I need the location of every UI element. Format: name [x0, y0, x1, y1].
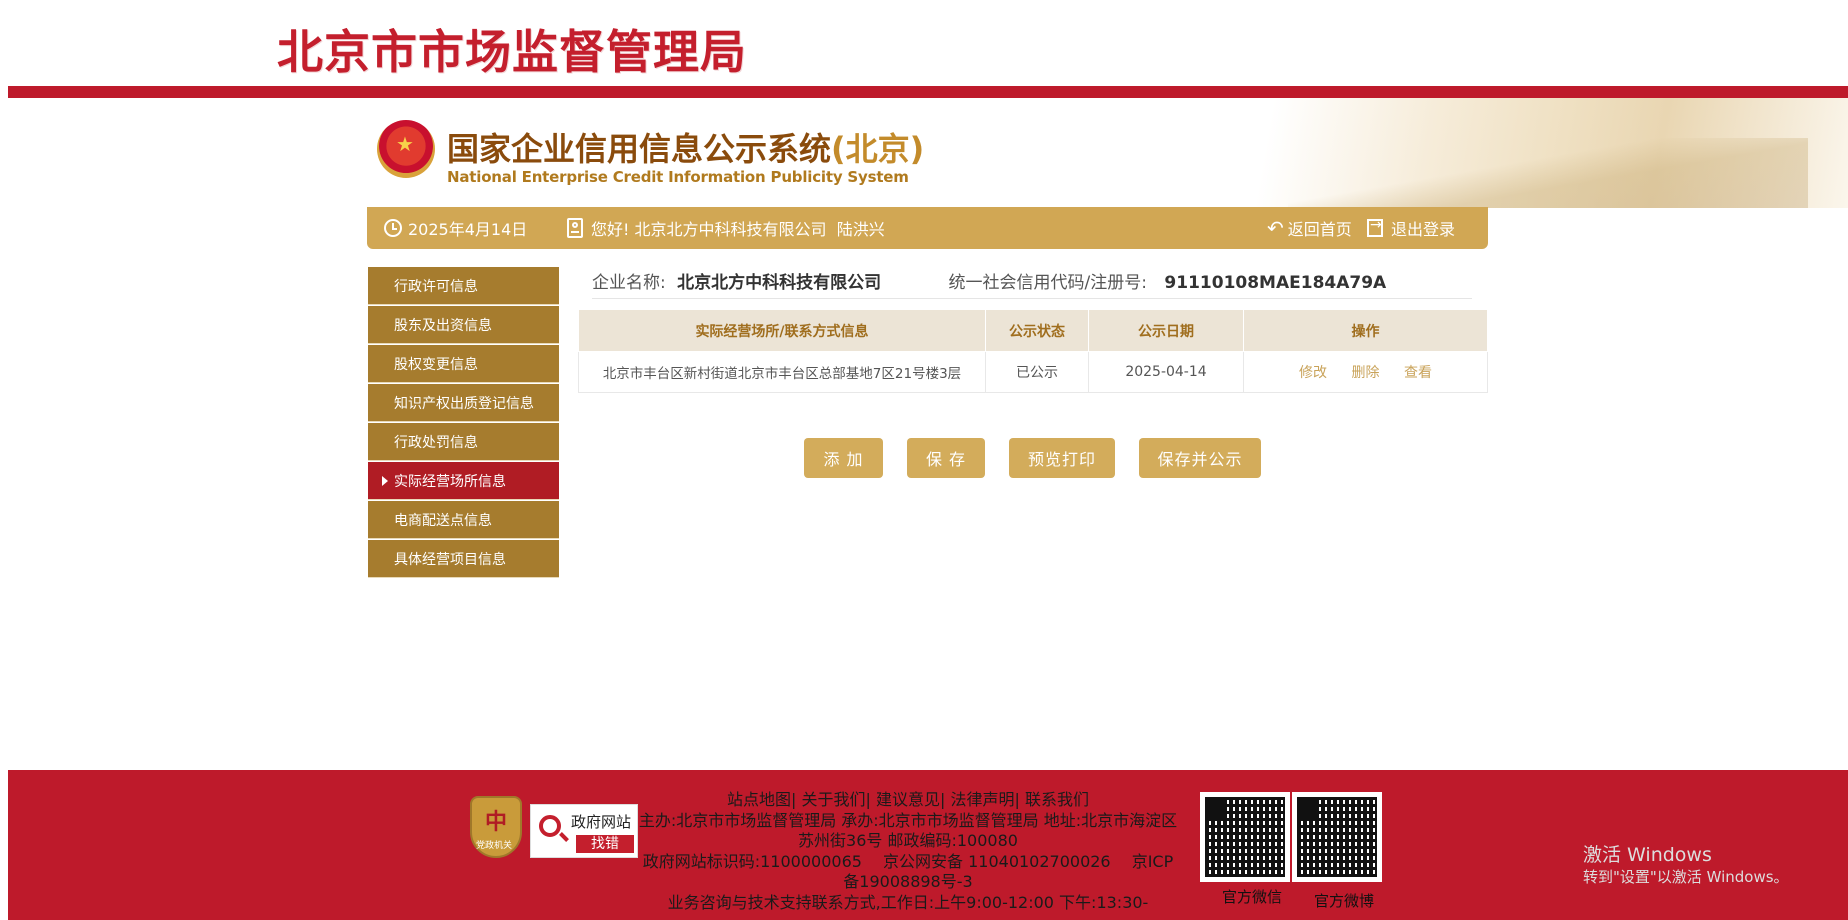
sidebar-item-admin-penalty[interactable]: 行政处罚信息 [368, 423, 559, 461]
banner-rule [8, 86, 1848, 98]
company-name-label: 企业名称: [592, 273, 666, 293]
home-link[interactable]: ↶ 返回首页 [1267, 207, 1352, 249]
sidebar-menu: 行政许可信息 股东及出资信息 股权变更信息 知识产权出质登记信息 行政处罚信息 … [368, 267, 559, 579]
find-error-label: 找错 [576, 835, 634, 853]
user-company: 北京北方中科科技有限公司 [634, 220, 827, 239]
footer-ids: 政府网站标识码:1100000065 京公网安备 11040102700026 … [642, 851, 1174, 892]
footer-info: 站点地图| 关于我们| 建议意见| 法律声明| 联系我们 主办:北京市市场监督管… [638, 790, 1178, 913]
user-badge-icon [567, 218, 583, 238]
sidebar-item-equity-change[interactable]: 股权变更信息 [368, 345, 559, 383]
weibo-qr-icon [1292, 792, 1382, 882]
logout-link[interactable]: 退出登录 [1367, 207, 1455, 249]
company-name: 北京北方中科科技有限公司 [677, 273, 882, 293]
footer-host: 主办:北京市市场监督管理局 承办:北京市市场监督管理局 地址:北京市海淀区苏州街… [638, 810, 1178, 851]
clock-icon [384, 219, 402, 237]
sidebar-item-shareholders[interactable]: 股东及出资信息 [368, 306, 559, 344]
gov-site-label: 政府网站 [571, 813, 632, 831]
return-arrow-icon: ↶ [1267, 216, 1284, 240]
table-row: 北京市丰台区新村街道北京市丰台区总部基地7区21号楼3层 已公示 2025-04… [578, 351, 1488, 393]
user-greeting: 您好! 北京北方中科科技有限公司 陆洪兴 [567, 207, 885, 249]
preview-print-button[interactable]: 预览打印 [1009, 438, 1115, 478]
company-info: 企业名称: 北京北方中科科技有限公司 统一社会信用代码/注册号: 9111010… [592, 268, 1472, 299]
gov-site-find-error[interactable]: 政府网站 找错 [530, 804, 638, 858]
cell-actions: 修改 删除 查看 [1243, 351, 1488, 393]
greeting-text: 您好! [591, 220, 630, 239]
system-subtitle: National Enterprise Credit Information P… [447, 168, 909, 186]
wechat-qr-icon [1200, 792, 1290, 882]
sidebar-item-ecommerce-delivery[interactable]: 电商配送点信息 [368, 501, 559, 539]
col-actions: 操作 [1243, 309, 1488, 352]
weibo-label: 官方微博 [1314, 892, 1375, 910]
edit-link[interactable]: 修改 [1299, 365, 1327, 381]
user-bar: 2025年4月14日 您好! 北京北方中科科技有限公司 陆洪兴 ↶ 返回首页 退… [367, 207, 1488, 249]
credit-code: 91110108MAE184A79A [1164, 273, 1387, 293]
agency-title: 北京市市场监督管理局 [277, 25, 747, 79]
user-name: 陆洪兴 [836, 220, 885, 239]
windows-activation-hint: 转到"设置"以激活 Windows。 [1583, 868, 1789, 886]
system-header: 国家企业信用信息公示系统(北京) National Enterprise Cre… [367, 98, 1848, 208]
mountain-illustration [1208, 98, 1848, 208]
footer-support: 业务咨询与技术支持联系方式,工作日:上午9:00-12:00 下午:13:30- [667, 892, 1149, 912]
sidebar-item-business-premises[interactable]: 实际经营场所信息 [368, 462, 559, 500]
save-publish-button[interactable]: 保存并公示 [1139, 438, 1261, 478]
date-text: 2025年4月14日 [408, 220, 528, 239]
logout-icon [1367, 217, 1383, 237]
home-link-label: 返回首页 [1287, 220, 1352, 239]
logout-link-label: 退出登录 [1391, 220, 1456, 239]
wechat-label: 官方微信 [1222, 888, 1283, 906]
footer-links[interactable]: 站点地图| 关于我们| 建议意见| 法律声明| 联系我们 [638, 790, 1178, 811]
cell-status: 已公示 [985, 351, 1089, 393]
system-title-region: (北京) [831, 130, 925, 168]
add-button[interactable]: 添 加 [804, 438, 883, 478]
system-title: 国家企业信用信息公示系统(北京) [447, 124, 924, 170]
delete-link[interactable]: 删除 [1352, 365, 1380, 381]
col-date: 公示日期 [1088, 309, 1244, 352]
view-link[interactable]: 查看 [1404, 365, 1432, 381]
party-gov-organ-icon[interactable] [470, 796, 522, 858]
sidebar-item-admin-license[interactable]: 行政许可信息 [368, 267, 559, 305]
footer: 政府网站 找错 站点地图| 关于我们| 建议意见| 法律声明| 联系我们 主办:… [8, 770, 1848, 920]
sidebar-item-business-projects[interactable]: 具体经营项目信息 [368, 540, 559, 578]
premises-table: 实际经营场所/联系方式信息 公示状态 公示日期 操作 北京市丰台区新村街道北京市… [578, 309, 1488, 393]
cell-date: 2025-04-14 [1088, 351, 1244, 393]
national-emblem-icon [377, 120, 435, 178]
windows-activation-watermark: 激活 Windows [1583, 844, 1712, 866]
magnifier-icon [539, 815, 561, 837]
col-premises: 实际经营场所/联系方式信息 [578, 309, 986, 352]
sidebar-item-ip-pledge[interactable]: 知识产权出质登记信息 [368, 384, 559, 422]
cell-address: 北京市丰台区新村街道北京市丰台区总部基地7区21号楼3层 [578, 351, 986, 393]
date-display: 2025年4月14日 [384, 207, 527, 249]
table-header-row: 实际经营场所/联系方式信息 公示状态 公示日期 操作 [578, 309, 1488, 352]
save-button[interactable]: 保 存 [907, 438, 985, 478]
system-title-text: 国家企业信用信息公示系统 [447, 130, 832, 168]
credit-code-label: 统一社会信用代码/注册号: [948, 273, 1148, 293]
col-status: 公示状态 [985, 309, 1089, 352]
